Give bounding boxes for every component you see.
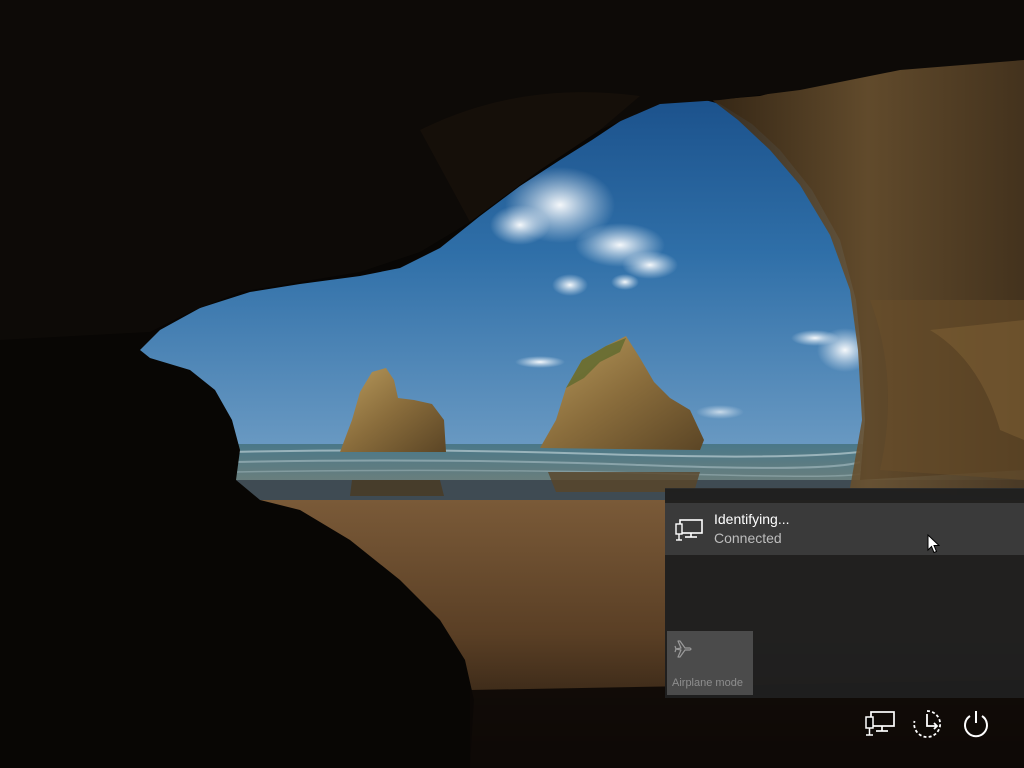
ease-of-access-button[interactable] (908, 705, 946, 743)
airplane-icon (674, 640, 692, 658)
ease-of-access-icon (913, 710, 942, 738)
network-icon (865, 711, 895, 736)
airplane-mode-toggle[interactable]: Airplane mode (667, 631, 753, 695)
airplane-mode-label: Airplane mode (672, 677, 743, 689)
mouse-pointer-icon (927, 534, 940, 554)
power-icon (964, 711, 988, 738)
wired-network-icon (675, 519, 703, 541)
power-button[interactable] (957, 705, 995, 743)
lock-screen: Identifying... Connected Airplane mode (0, 0, 1024, 768)
network-name: Identifying... (714, 511, 790, 527)
network-button[interactable] (861, 705, 899, 743)
network-status: Connected (714, 530, 782, 546)
network-flyout: Identifying... Connected Airplane mode (665, 488, 1024, 698)
network-connection-item[interactable]: Identifying... Connected (665, 503, 1024, 555)
